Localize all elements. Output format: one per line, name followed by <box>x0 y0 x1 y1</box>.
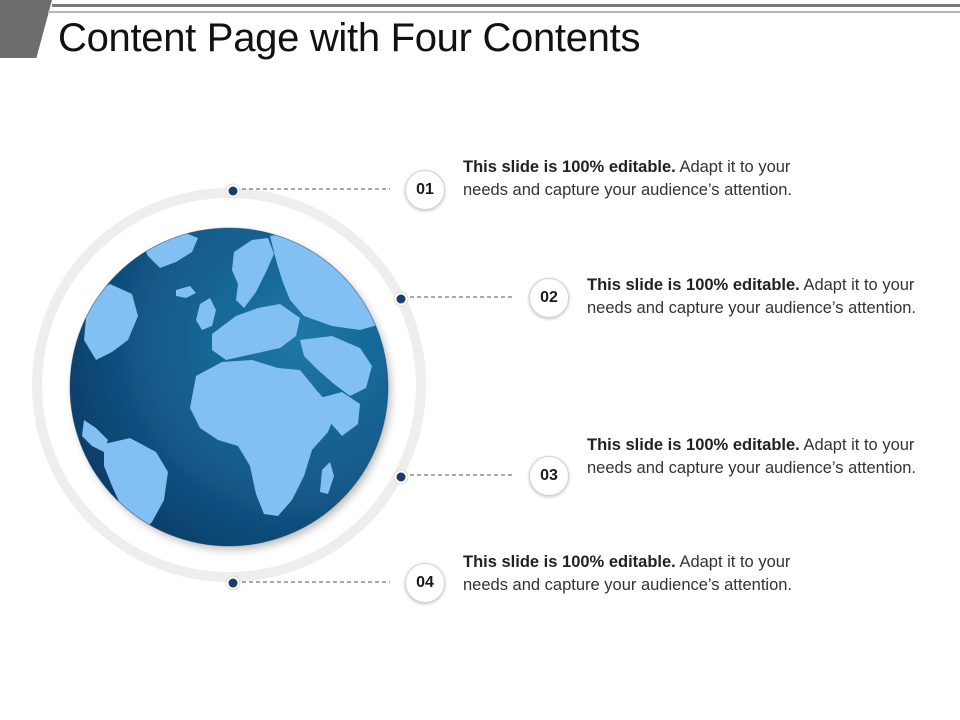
diagram-canvas <box>32 183 514 591</box>
connector-dot-1 <box>225 183 241 199</box>
connector-dot-3 <box>393 469 409 485</box>
content-item-4: This slide is 100% editable. Adapt it to… <box>463 551 813 596</box>
connector-dot-4 <box>225 575 241 591</box>
item-heading: This slide is 100% editable. <box>587 436 800 454</box>
item-number-badge: 01 <box>405 170 445 210</box>
item-heading: This slide is 100% editable. <box>587 276 800 294</box>
item-number-badge: 02 <box>529 278 569 318</box>
content-item-1: This slide is 100% editable. Adapt it to… <box>463 156 813 201</box>
item-number-badge: 03 <box>529 456 569 496</box>
item-heading: This slide is 100% editable. <box>463 553 676 571</box>
item-heading: This slide is 100% editable. <box>463 158 676 176</box>
connector-dot-2 <box>393 291 409 307</box>
content-item-3: This slide is 100% editable. Adapt it to… <box>587 434 937 479</box>
item-number-badge: 04 <box>405 563 445 603</box>
content-item-2: This slide is 100% editable. Adapt it to… <box>587 274 937 319</box>
globe-icon <box>69 227 389 547</box>
